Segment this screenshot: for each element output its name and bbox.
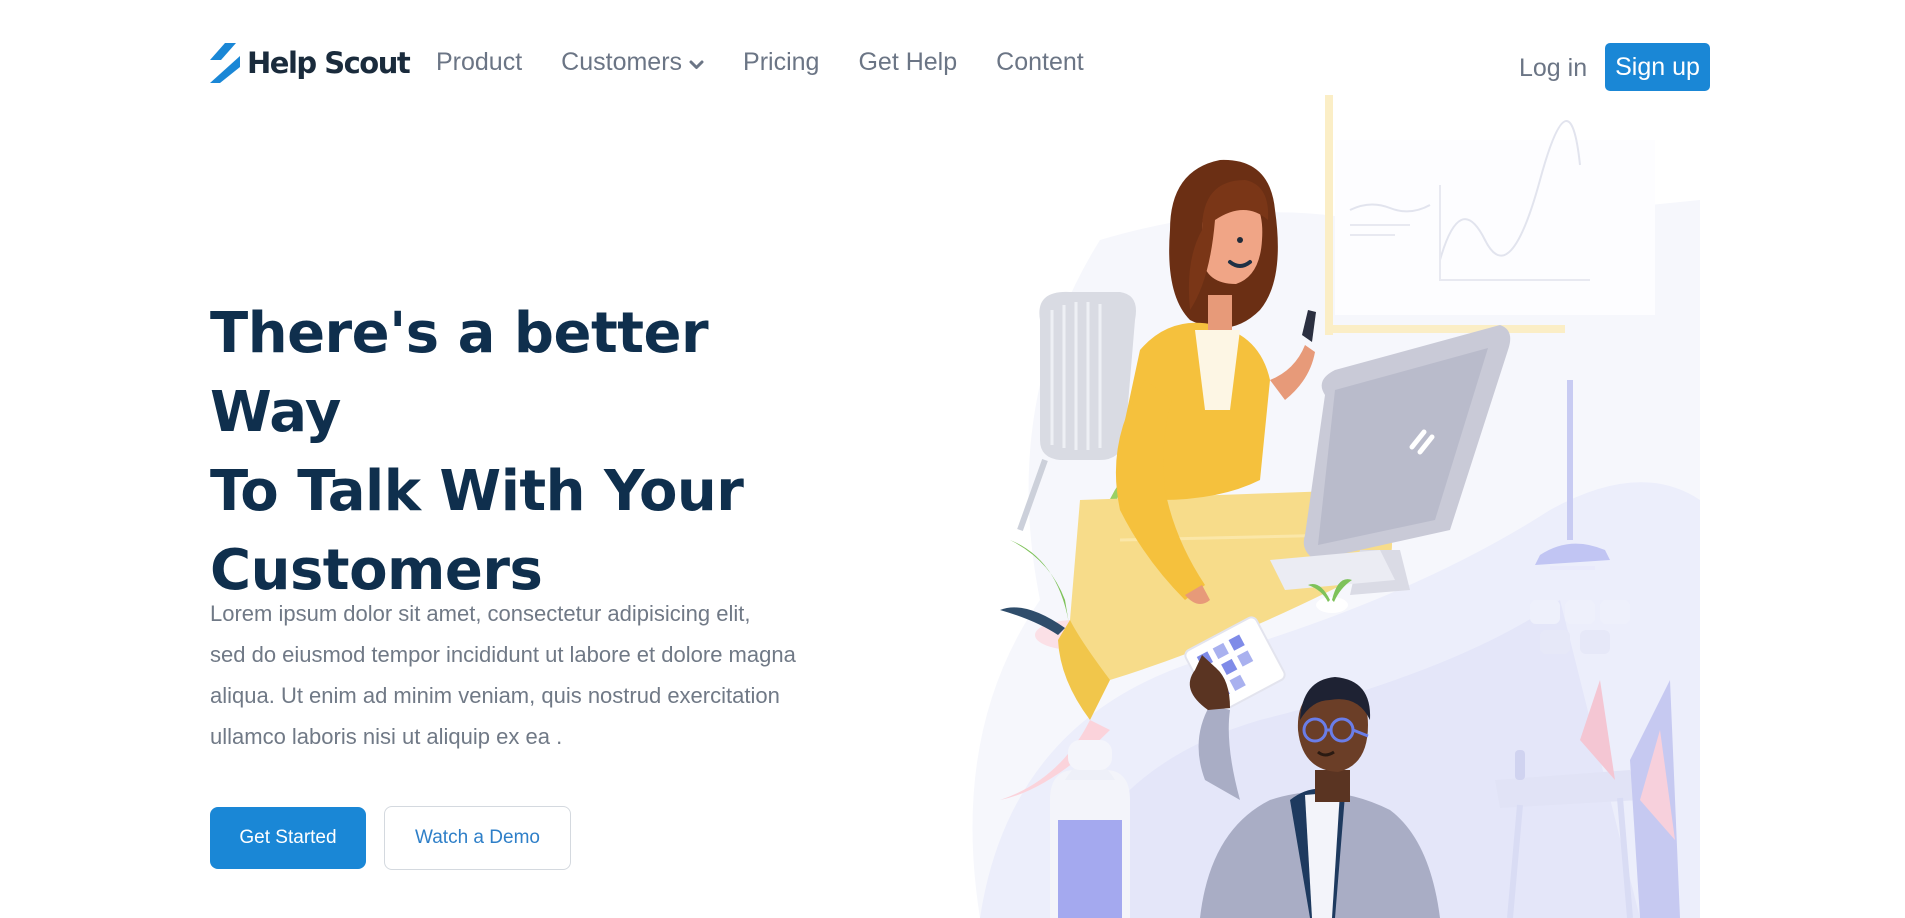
get-started-button[interactable]: Get Started [210, 807, 366, 869]
hero-description: Lorem ipsum dolor sit amet, consectetur … [210, 593, 870, 757]
hero-description-line: ullamco laboris nisi ut aliquip ex ea . [210, 724, 563, 749]
nav-item-get-help[interactable]: Get Help [858, 48, 957, 77]
help-scout-logo-icon [210, 43, 240, 83]
nav-item-label: Pricing [743, 48, 820, 76]
hero-description-line: aliqua. Ut enim ad minim veniam, quis no… [210, 683, 780, 708]
hero-description-line: sed do eiusmod tempor incididunt ut labo… [210, 642, 796, 667]
nav-item-label: Product [436, 48, 523, 76]
signup-button[interactable]: Sign up [1605, 43, 1710, 91]
logo[interactable]: Help Scout [210, 43, 411, 83]
nav-item-label: Get Help [858, 48, 958, 76]
logo-text: Help Scout [247, 46, 411, 80]
chevron-down-icon [689, 60, 704, 69]
page: Help Scout Product Customers Pricing Get… [0, 0, 1905, 918]
nav-item-product[interactable]: Product [436, 48, 522, 77]
nav-item-content[interactable]: Content [996, 48, 1084, 77]
top-navigation: Help Scout Product Customers Pricing Get… [0, 0, 1905, 130]
nav-item-label: Content [996, 48, 1084, 76]
hero-description-line: Lorem ipsum dolor sit amet, consectetur … [210, 601, 751, 626]
hero-title-line: To Talk With Your [210, 459, 744, 524]
nav-item-label: Customers [561, 48, 683, 76]
watch-demo-button[interactable]: Watch a Demo [384, 806, 571, 870]
hero-title: There's a better Way To Talk With Your C… [210, 294, 850, 610]
whiteboard [1325, 95, 1655, 335]
login-link[interactable]: Log in [1519, 54, 1587, 83]
nav-item-customers[interactable]: Customers [561, 48, 704, 77]
main-menu: Product Customers Pricing Get Help Conte… [436, 48, 1123, 77]
hero-title-line: There's a better Way [210, 301, 709, 445]
nav-item-pricing[interactable]: Pricing [743, 48, 819, 77]
hero-illustration [972, 95, 1700, 918]
